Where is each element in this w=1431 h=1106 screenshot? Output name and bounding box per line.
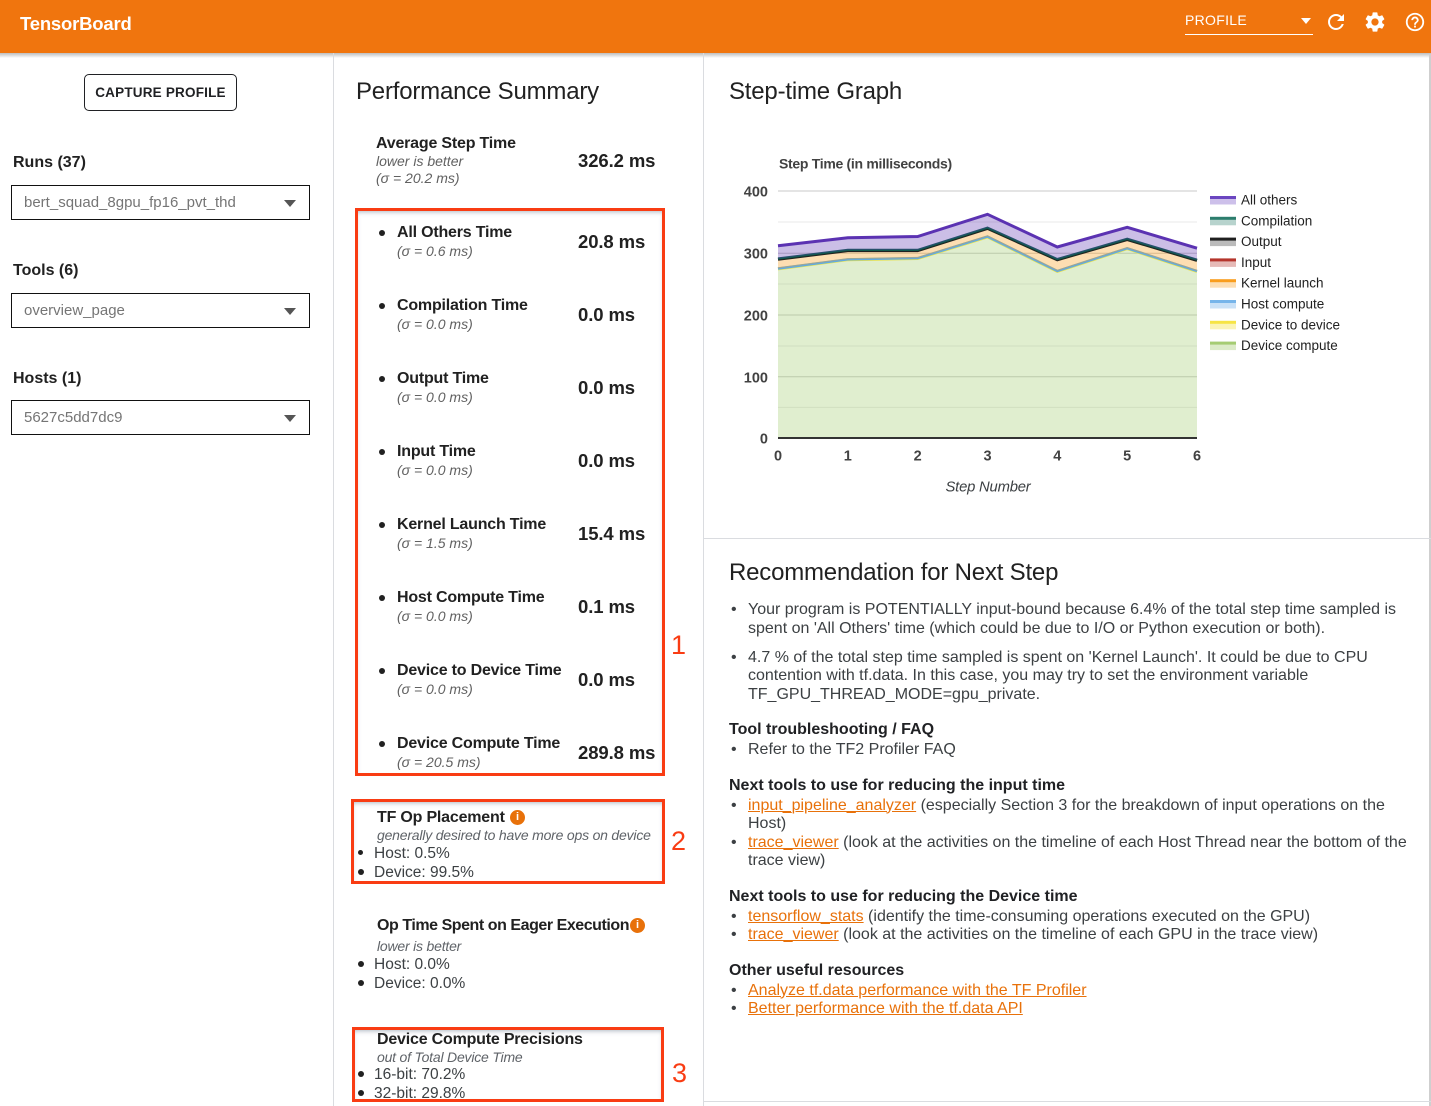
svg-text:All others: All others [1241,193,1298,208]
svg-text:100: 100 [744,370,768,386]
svg-text:Host compute: Host compute [1241,297,1324,312]
svg-text:4: 4 [1053,449,1061,465]
svg-text:Step Time (in milliseconds): Step Time (in milliseconds) [779,156,952,172]
svg-text:Step Number: Step Number [946,480,1032,496]
svg-text:Output: Output [1241,234,1282,249]
svg-text:6: 6 [1193,449,1201,465]
svg-text:0: 0 [760,432,768,448]
svg-text:Input: Input [1241,255,1271,270]
svg-text:0: 0 [774,449,782,465]
svg-text:Kernel launch: Kernel launch [1241,276,1324,291]
svg-text:Device to device: Device to device [1241,317,1340,332]
svg-text:2: 2 [914,449,922,465]
svg-text:Compilation: Compilation [1241,213,1312,228]
svg-text:300: 300 [744,247,768,263]
svg-text:1: 1 [844,449,852,465]
svg-text:3: 3 [983,449,991,465]
svg-text:200: 200 [744,309,768,325]
svg-text:Device compute: Device compute [1241,338,1338,353]
svg-text:400: 400 [744,185,768,201]
svg-text:5: 5 [1123,449,1131,465]
